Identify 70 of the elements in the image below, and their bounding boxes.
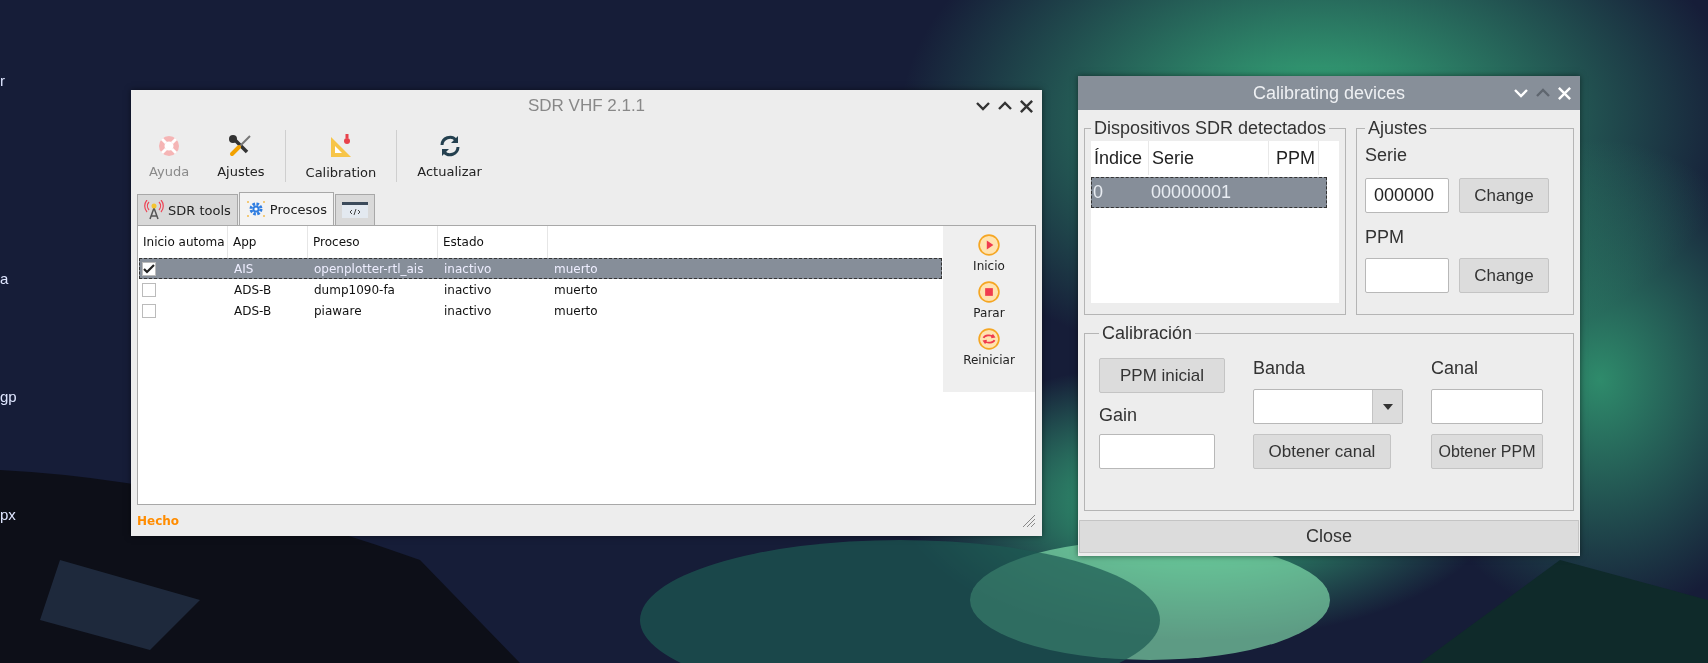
caret-icon — [1382, 403, 1393, 410]
close-icon — [1557, 85, 1572, 101]
initial-ppm-button[interactable]: PPM inicial — [1099, 358, 1225, 393]
side-button[interactable]: Inicio — [973, 232, 1005, 279]
group-title: Calibración — [1101, 323, 1194, 344]
table-cell-text: piaware — [313, 303, 363, 318]
column-header[interactable]: PPM — [1269, 141, 1319, 175]
table-cell-text: inactivo — [443, 303, 493, 318]
close-button[interactable]: Close — [1079, 520, 1579, 553]
field-label: Serie — [1365, 145, 1409, 166]
column-header[interactable]: Índice — [1091, 141, 1149, 175]
code-window-icon — [342, 202, 369, 218]
table-cell-text: AIS — [233, 261, 255, 276]
table-cell-text: dump1090-fa — [313, 282, 396, 297]
tab[interactable]: Procesos — [238, 192, 335, 225]
field-label: PPM — [1365, 227, 1405, 248]
table-cell-text: ADS-B — [233, 282, 273, 297]
antenna-icon — [144, 200, 164, 220]
checkbox[interactable] — [142, 261, 156, 276]
window-title: Calibrating devices — [1252, 82, 1406, 104]
side-button[interactable]: Reiniciar — [963, 326, 1015, 373]
table-row[interactable]: ADS-B dump1090-fa inactivo muerto — [139, 279, 942, 300]
channel-field[interactable] — [1431, 389, 1543, 424]
ppm-field[interactable] — [1365, 258, 1449, 293]
group-title: Dispositivos SDR detectados — [1093, 118, 1328, 139]
table-cell-text: muerto — [553, 303, 599, 318]
toolbar-button[interactable]: Calibration — [291, 122, 391, 190]
field-label: Gain — [1099, 405, 1139, 426]
table-cell-text: 00000001 — [1150, 182, 1233, 203]
table-cell-text: 0 — [1092, 182, 1104, 203]
wrench-screwdriver-icon — [227, 133, 254, 158]
close-button[interactable] — [1019, 98, 1034, 114]
desktop-icon-label[interactable]: r — [0, 72, 5, 89]
restart-icon — [978, 328, 1000, 350]
table-cell-text: muerto — [553, 261, 599, 276]
toolbar-button[interactable]: Actualizar — [403, 122, 496, 190]
get-ppm-button[interactable]: Obtener PPM — [1431, 434, 1543, 469]
field-label: Canal — [1431, 358, 1480, 379]
desktop-icon-label[interactable]: gp — [0, 388, 17, 405]
lifebuoy-icon — [157, 133, 182, 158]
serial-field[interactable]: 000000 — [1365, 178, 1449, 213]
change-button[interactable]: Change — [1459, 178, 1549, 213]
gear-icon — [245, 200, 266, 218]
desktop-icon-label[interactable]: a — [0, 270, 9, 287]
status-text: Hecho — [137, 513, 180, 528]
side-button[interactable]: Parar — [973, 279, 1005, 326]
desktop-icon-label[interactable]: px — [0, 506, 16, 523]
play-icon — [978, 234, 1000, 256]
table-cell-text: muerto — [553, 282, 599, 297]
tab[interactable] — [335, 194, 376, 225]
field-label: Banda — [1253, 358, 1307, 379]
gain-field[interactable] — [1099, 434, 1215, 469]
tab[interactable]: SDR tools — [137, 194, 238, 225]
table-cell-text: inactivo — [443, 282, 493, 297]
table-cell-text: inactivo — [443, 261, 493, 276]
get-channel-button[interactable]: Obtener canal — [1253, 434, 1391, 469]
table-cell-text: ADS-B — [233, 303, 273, 318]
window-title: SDR VHF 2.1.1 — [527, 96, 646, 116]
stop-icon — [978, 281, 1000, 303]
checkbox[interactable] — [142, 303, 156, 318]
close-icon — [1019, 98, 1034, 114]
checkbox[interactable] — [142, 282, 156, 297]
column-header[interactable]: Serie — [1149, 141, 1269, 175]
toolbar-button[interactable]: Ajustes — [203, 122, 279, 190]
group-title: Ajustes — [1367, 118, 1429, 139]
resize-grip-icon — [1022, 513, 1036, 528]
table-cell-text: openplotter-rtl_ais — [313, 261, 425, 276]
band-dropdown[interactable] — [1253, 389, 1403, 424]
table-row[interactable]: ADS-B piaware inactivo muerto — [139, 300, 942, 321]
change-button[interactable]: Change — [1459, 258, 1549, 293]
